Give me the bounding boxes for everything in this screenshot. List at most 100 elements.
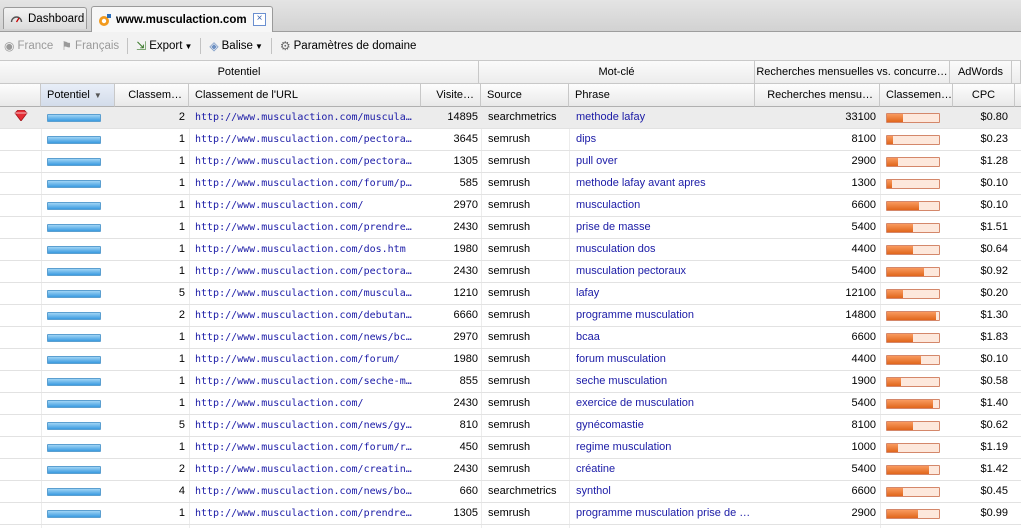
phrase-link[interactable]: gynécomastie [576,415,752,436]
table-row[interactable]: 2 http://www.musculaction.com/creatine.ht… [0,459,1021,481]
close-icon[interactable]: × [253,13,266,26]
column-header-phrase[interactable]: Phrase [569,84,755,107]
potential-bar [47,202,101,210]
phrase-link[interactable]: bcaa [576,327,752,348]
cpc-cell: $0.10 [980,199,1008,211]
column-header-extra[interactable] [1015,84,1021,107]
url-link[interactable]: http://www.musculaction.com/forum/regi… [195,437,417,458]
rank-cell: 1 [178,155,185,167]
source-cell: semrush [488,287,531,299]
potential-bar [47,312,101,320]
column-header-icon[interactable] [0,84,41,107]
rank-cell: 4 [178,485,185,497]
url-link[interactable]: http://www.musculaction.com/news/gyne… [195,415,417,436]
tag-button[interactable]: ◈ Balise ▼ [205,36,266,56]
visits-cell: 14895 [447,111,478,123]
competition-bar-fill [887,334,913,342]
phrase-link[interactable]: synthol [576,481,752,502]
group-header-motcle: Mot-clé [479,61,755,84]
url-link[interactable]: http://www.musculaction.com/prendre_m… [195,503,417,524]
phrase-link[interactable]: seche musculation [576,371,752,392]
column-header-classement-url[interactable]: Classement de l'URL [189,84,421,107]
phrase-link[interactable]: methode lafay avant apres [576,173,752,194]
table-row[interactable]: 1 http://www.musculaction.com/dos.htm 1980… [0,239,1021,261]
url-link[interactable]: http://www.musculaction.com/prendre_m… [195,217,417,238]
table-row[interactable]: 1 http://www.musculaction.com/pectoraux-…… [0,129,1021,151]
phrase-link[interactable]: musculaction [576,195,752,216]
phrase-link[interactable]: pull over [576,151,752,172]
phrase-link[interactable]: prise de masse [576,217,752,238]
table-row[interactable]: 1 http://www.musculaction.com/prendre_m… 1… [0,503,1021,525]
toolbar-separator [270,38,272,54]
column-header-visites[interactable]: Visite… [421,84,481,107]
url-link[interactable]: http://www.musculaction.com/musculatio… [195,107,417,128]
table-row[interactable]: 1 http://www.musculaction.com/forum/regi…… [0,437,1021,459]
phrase-link[interactable]: musculation dos [576,239,752,260]
table-row[interactable]: 1 http://www.musculaction.com/forum/pho… 5… [0,173,1021,195]
competition-bar [886,465,940,475]
column-header-potentiel[interactable]: Potentiel ▼ [41,84,115,107]
table-row[interactable]: 5 http://www.musculaction.com/news/gyne… 8… [0,415,1021,437]
cpc-cell: $0.99 [980,507,1008,519]
phrase-link[interactable]: dips [576,129,752,150]
visits-cell: 2430 [453,265,478,277]
rank-cell: 1 [178,265,185,277]
tab-site-label: www.musculaction.com [116,13,247,26]
url-link[interactable]: http://www.musculaction.com/musculatio… [195,283,417,304]
table-row[interactable]: 1 http://www.musculaction.com/pectoraux.…… [0,261,1021,283]
table-row[interactable]: 2 http://www.musculaction.com/debutant-… 6… [0,305,1021,327]
column-header-cpc[interactable]: CPC [953,84,1015,107]
url-link[interactable]: http://www.musculaction.com/dos.htm [195,239,417,260]
language-button[interactable]: ⚑ Français [57,36,123,56]
group-header-adwords: AdWords [950,61,1012,84]
phrase-link[interactable]: programme musculation prise de … [576,503,752,524]
table-row[interactable]: 1 http://www.musculaction.com/forum/1980 s… [0,349,1021,371]
table-row[interactable]: 1 http://www.musculaction.com/2970 semrush… [0,195,1021,217]
table-row[interactable]: 1 http://www.musculaction.com/prendre_m… 2… [0,217,1021,239]
export-button[interactable]: ⇲ Export ▼ [132,36,196,56]
phrase-link[interactable]: methode lafay [576,107,752,128]
url-link[interactable]: http://www.musculaction.com/ [195,393,417,414]
tab-site[interactable]: www.musculaction.com × [91,6,273,32]
url-link[interactable]: http://www.musculaction.com/ [195,195,417,216]
phrase-link[interactable]: musculation pectoraux [576,261,752,282]
country-button[interactable]: ◉ France [0,36,57,56]
source-cell: semrush [488,441,531,453]
table-row[interactable]: 4 http://www.musculaction.com/news/body… 6… [0,481,1021,503]
table-row[interactable]: 1 http://www.musculaction.com/2430 semrush… [0,393,1021,415]
column-header-classement-competition[interactable]: Classemen… [880,84,953,107]
url-link[interactable]: http://www.musculaction.com/seche-musc… [195,371,417,392]
phrase-link[interactable]: créatine [576,459,752,480]
competition-bar-fill [887,378,902,386]
phrase-link[interactable]: exercice de musculation [576,393,752,414]
url-link[interactable]: http://www.musculaction.com/forum/ [195,349,417,370]
url-link[interactable]: http://www.musculaction.com/pectoraux.… [195,261,417,282]
column-header-source[interactable]: Source [481,84,569,107]
searches-cell: 6600 [851,331,876,343]
url-link[interactable]: http://www.musculaction.com/debutant-… [195,305,417,326]
table-row[interactable]: 1 http://www.musculaction.com/seche-musc…… [0,371,1021,393]
chevron-down-icon: ▼ [254,41,263,51]
url-link[interactable]: http://www.musculaction.com/pectoraux-… [195,151,417,172]
tab-dashboard[interactable]: Dashboard [3,7,87,29]
url-link[interactable]: http://www.musculaction.com/creatine.htm [195,459,417,480]
url-link[interactable]: http://www.musculaction.com/news/body… [195,481,417,502]
country-label: France [17,40,54,52]
url-link[interactable]: http://www.musculaction.com/forum/pho… [195,173,417,194]
url-link[interactable]: http://www.musculaction.com/pectoraux-… [195,129,417,150]
potential-bar [47,114,101,122]
competition-bar [886,311,940,321]
url-link[interactable]: http://www.musculaction.com/news/bcaa… [195,327,417,348]
table-row[interactable]: 1 http://www.musculaction.com/pectoraux-…… [0,151,1021,173]
table-row[interactable]: 5 http://www.musculaction.com/musculatio…… [0,283,1021,305]
potential-bar [47,400,101,408]
phrase-link[interactable]: programme musculation [576,305,752,326]
table-row[interactable]: 2 http://www.musculaction.com/musculatio…… [0,107,1021,129]
phrase-link[interactable]: regime musculation [576,437,752,458]
table-row[interactable]: 1 http://www.musculaction.com/news/bcaa… 2… [0,327,1021,349]
column-header-recherches[interactable]: Recherches mensu… [755,84,880,107]
column-header-classement[interactable]: Classem… [115,84,189,107]
phrase-link[interactable]: lafay [576,283,752,304]
phrase-link[interactable]: forum musculation [576,349,752,370]
domain-settings-button[interactable]: ⚙ Paramètres de domaine [276,36,421,56]
